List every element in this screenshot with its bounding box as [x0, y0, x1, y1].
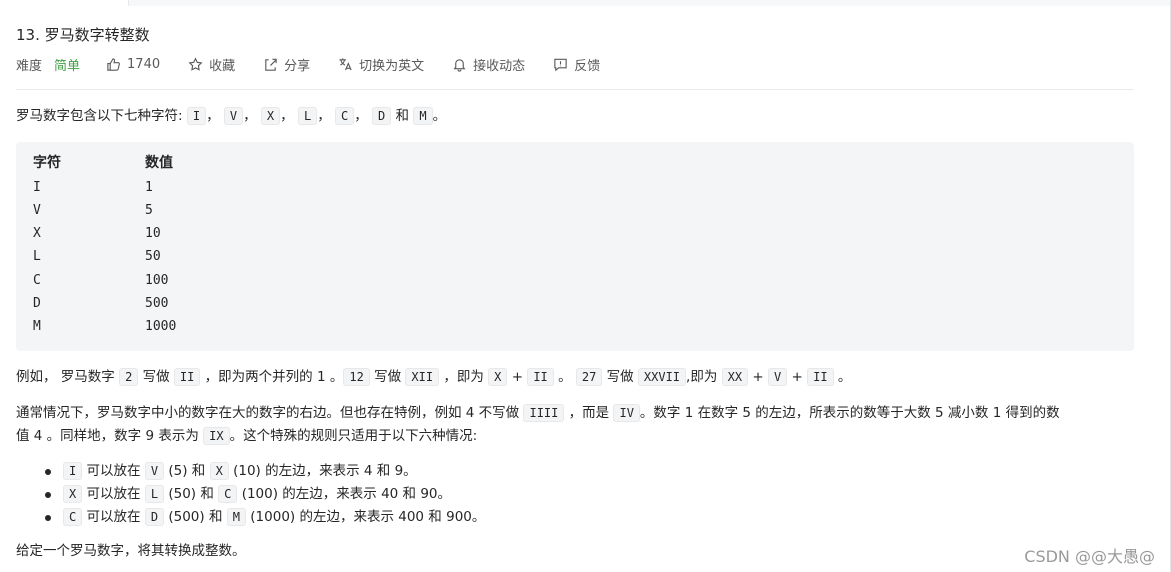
symbol-value-table: 字符 数值 I1 V5 X 10 L 50 C 100 D 500 M 1000 — [16, 142, 1134, 351]
difficulty-badge: 简单 — [54, 58, 81, 74]
bullet — [45, 492, 51, 498]
code-char-l: L — [297, 107, 318, 125]
share-icon — [265, 58, 277, 71]
feedback-button[interactable]: 反馈 — [553, 55, 600, 74]
list-item: C 可以放在 D (500) 和 M (1000) 的左边，来表示 400 和 … — [16, 506, 485, 529]
list-item: X 可以放在 L (50) 和 C (100) 的左边，来表示 40 和 90。 — [16, 483, 485, 506]
example-paragraph: 例如， 罗马数字 2 写做 II ，即为两个并列的 1 。 12 写做 XII ，… — [16, 368, 852, 386]
special-rules-list: I 可以放在 V (5) 和 X (10) 的左边，来表示 4 和 9。 X 可… — [16, 460, 485, 529]
like-button[interactable]: 1740 — [106, 57, 160, 72]
active-tab-edge[interactable] — [0, 0, 129, 6]
switch-language-label: 切换为英文 — [359, 58, 425, 74]
bullet — [45, 515, 51, 521]
translate-icon — [339, 57, 352, 70]
share-button[interactable]: 分享 — [263, 55, 310, 74]
bullet — [45, 469, 51, 475]
code-char-x: X — [260, 107, 281, 125]
star-icon — [188, 56, 203, 71]
watermark: CSDN @@大愚@ — [1024, 547, 1155, 566]
notify-button[interactable]: 接收动态 — [452, 55, 525, 74]
code-char-v: V — [223, 107, 244, 125]
feedback-label: 反馈 — [574, 58, 601, 74]
problem-title: 13. 罗马数字转整数 — [16, 26, 150, 44]
special-case-paragraph-line1: 通常情况下，罗马数字中小的数字在大的数字的右边。但也存在特例，例如 4 不写做 … — [16, 404, 1060, 422]
like-count: 1740 — [127, 56, 161, 72]
feedback-icon — [554, 58, 567, 71]
intro-paragraph: 罗马数字包含以下七种字符: I， V， X， L， C， D 和 M。 — [16, 107, 447, 125]
share-label: 分享 — [284, 58, 311, 74]
code-char-d: D — [372, 107, 392, 125]
favorite-button[interactable]: 收藏 — [188, 55, 235, 74]
closing-paragraph: 给定一个罗马数字，将其转换成整数。 — [16, 543, 246, 559]
code-char-i: I — [186, 107, 207, 125]
favorite-label: 收藏 — [209, 58, 236, 74]
problem-meta-bar: 难度 简单 1740 收藏 分享 切换为英文 接收动态 反馈 — [16, 54, 628, 74]
switch-language-button[interactable]: 切换为英文 — [338, 55, 424, 74]
code-char-c: C — [334, 107, 355, 125]
code-char-m: M — [413, 107, 433, 125]
difficulty-label: 难度 — [16, 58, 43, 74]
thumbs-up-icon — [107, 57, 120, 71]
bell-icon — [453, 58, 466, 72]
notify-label: 接收动态 — [473, 58, 526, 74]
header-divider — [16, 89, 1134, 90]
top-tab-strip — [0, 0, 1171, 6]
list-item: I 可以放在 V (5) 和 X (10) 的左边，来表示 4 和 9。 — [16, 460, 485, 483]
special-case-paragraph-line2: 值 4 。同样地，数字 9 表示为 IX 。这个特殊的规则只适用于以下六种情况: — [16, 427, 478, 445]
